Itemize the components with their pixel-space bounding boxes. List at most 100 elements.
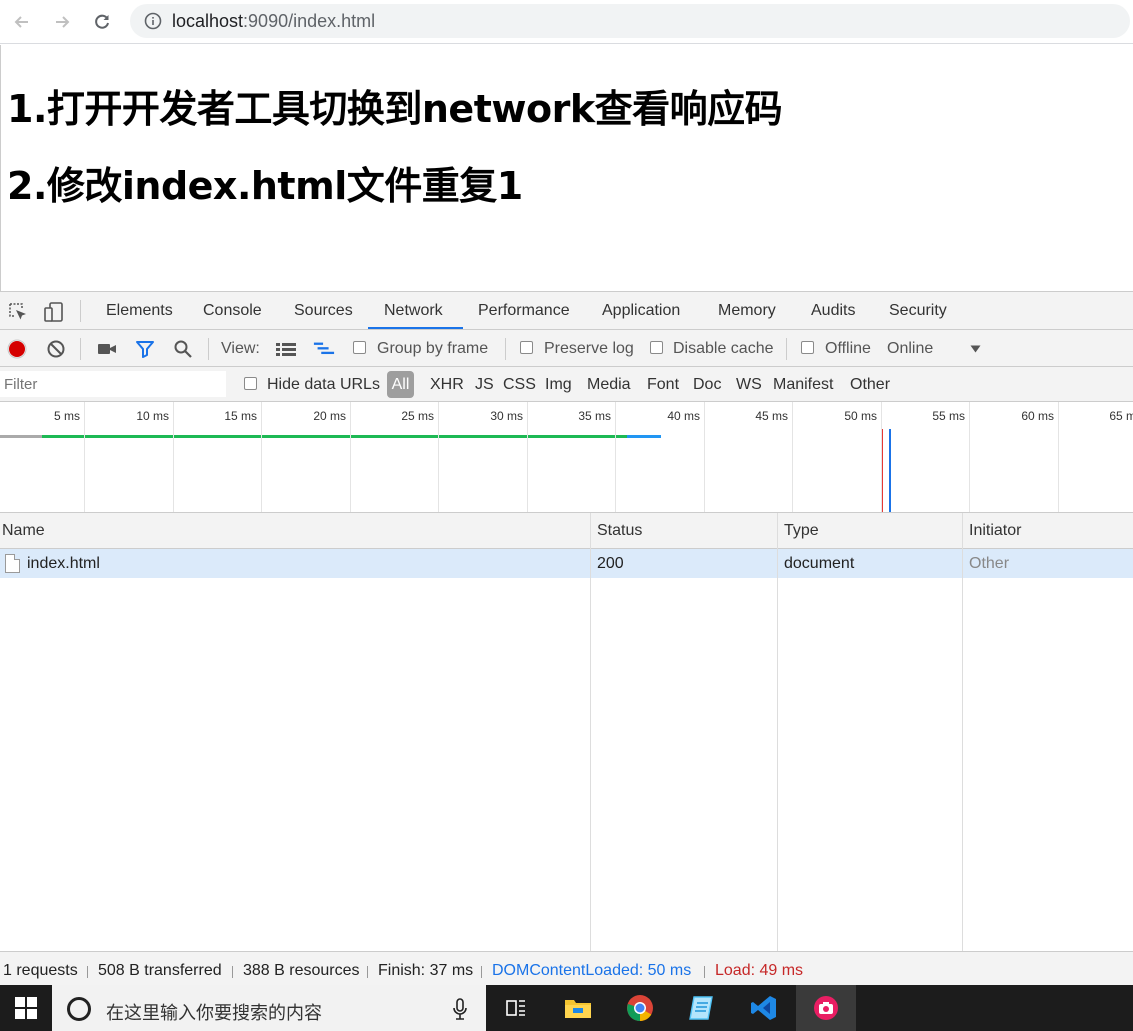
column-type[interactable]: Type	[784, 522, 819, 540]
filter-input[interactable]	[0, 371, 226, 397]
filter-type-font[interactable]: Font	[647, 376, 679, 394]
filter-toggle-button[interactable]	[134, 338, 156, 360]
tab-sources[interactable]: Sources	[294, 302, 353, 320]
summary-finish: Finish: 37 ms	[378, 962, 474, 979]
disable-cache-checkbox[interactable]	[650, 341, 663, 354]
devtools-tab-bar: Elements Console Sources Network Perform…	[0, 292, 1133, 330]
cortana-icon	[67, 997, 91, 1021]
timeline-gridline	[350, 402, 351, 512]
filter-type-media[interactable]: Media	[587, 376, 631, 394]
folder-icon	[565, 1000, 591, 1018]
column-status[interactable]: Status	[597, 522, 642, 540]
cell-name[interactable]: index.html	[27, 555, 100, 573]
cell-type: document	[784, 555, 855, 572]
queue-bar	[0, 435, 42, 438]
waterfall-view-button[interactable]	[313, 338, 335, 360]
filter-type-other[interactable]: Other	[850, 376, 890, 394]
column-divider[interactable]	[962, 513, 963, 951]
filter-type-all[interactable]: All	[387, 371, 414, 398]
preserve-log-label[interactable]: Preserve log	[544, 340, 634, 358]
inspect-element-icon[interactable]	[7, 301, 29, 323]
tab-application[interactable]: Application	[602, 302, 680, 320]
filter-type-manifest[interactable]: Manifest	[773, 376, 833, 394]
timeline-gridline	[173, 402, 174, 512]
column-initiator[interactable]: Initiator	[969, 522, 1021, 540]
tab-elements[interactable]: Elements	[106, 302, 173, 320]
filter-type-xhr[interactable]: XHR	[430, 376, 464, 394]
list-view-icon	[276, 343, 296, 356]
address-bar[interactable]: localhost:9090/index.html	[130, 4, 1130, 38]
filter-type-js[interactable]: JS	[475, 376, 494, 394]
info-icon[interactable]	[144, 12, 162, 30]
column-divider[interactable]	[777, 513, 778, 951]
browser-toolbar: localhost:9090/index.html	[0, 0, 1133, 44]
screen-recorder-app[interactable]	[796, 985, 856, 1031]
group-by-frame-label[interactable]: Group by frame	[377, 340, 488, 358]
network-toolbar: View: Group by frame Preserve log Disabl…	[0, 330, 1133, 367]
chrome-app[interactable]	[610, 985, 670, 1031]
timeline-overview[interactable]: 5 ms 10 ms 15 ms 20 ms 25 ms 30 ms 35 ms 40 ms 4…	[0, 402, 1133, 513]
timeline-tick-label: 40 ms	[667, 409, 700, 423]
summary-dom-content-loaded: DOMContentLoaded: 50 ms	[492, 962, 692, 979]
timeline-tick-label: 5 ms	[53, 409, 80, 423]
heading-step-1: 1.打开开发者工具切换到network查看响应码	[7, 87, 783, 131]
tab-console[interactable]: Console	[203, 302, 262, 320]
disable-cache-label[interactable]: Disable cache	[673, 340, 774, 358]
camera-app-icon	[814, 996, 838, 1020]
task-view-button[interactable]	[486, 985, 546, 1031]
filter-type-ws[interactable]: WS	[736, 376, 762, 394]
toolbar-separator	[505, 338, 506, 360]
column-divider[interactable]	[590, 513, 591, 951]
reload-button[interactable]	[89, 9, 115, 35]
search-button[interactable]	[172, 338, 194, 360]
tab-performance[interactable]: Performance	[478, 302, 570, 320]
cell-initiator: Other	[969, 555, 1010, 572]
timeline-gridline	[969, 402, 970, 512]
table-row[interactable]: index.html 200 document Other	[0, 549, 1133, 578]
file-explorer-app[interactable]	[548, 985, 608, 1031]
video-camera-icon	[98, 344, 116, 354]
taskbar-search-box[interactable]: 在这里输入你要搜索的内容	[52, 985, 486, 1031]
capture-screenshots-button[interactable]	[96, 338, 118, 360]
column-name[interactable]: Name	[2, 522, 45, 540]
heading-step-2: 2.修改index.html文件重复1	[7, 164, 523, 208]
filter-type-doc[interactable]: Doc	[693, 376, 721, 394]
timeline-gridline	[881, 402, 882, 512]
start-button[interactable]	[0, 985, 52, 1031]
offline-label[interactable]: Offline	[825, 340, 871, 358]
cell-status: 200	[597, 555, 624, 572]
hide-data-urls-label[interactable]: Hide data URLs	[267, 376, 380, 394]
url-text[interactable]: localhost:9090/index.html	[172, 11, 375, 32]
preserve-log-checkbox[interactable]	[520, 341, 533, 354]
forward-button[interactable]	[49, 9, 75, 35]
devtools-panel: Elements Console Sources Network Perform…	[0, 291, 1133, 986]
offline-checkbox[interactable]	[801, 341, 814, 354]
microphone-icon[interactable]	[452, 997, 468, 1021]
chevron-down-icon[interactable]	[970, 345, 981, 353]
notes-app[interactable]	[672, 985, 732, 1031]
timeline-tick-label: 50 ms	[844, 409, 877, 423]
tab-audits[interactable]: Audits	[811, 302, 855, 320]
timeline-gridline	[438, 402, 439, 512]
tab-network[interactable]: Network	[384, 302, 443, 320]
clear-button[interactable]	[45, 338, 67, 360]
tab-memory[interactable]: Memory	[718, 302, 776, 320]
filter-type-img[interactable]: Img	[545, 376, 572, 394]
tab-separator	[80, 300, 81, 322]
hide-data-urls-checkbox[interactable]	[244, 377, 257, 390]
summary-load: Load: 49 ms	[715, 962, 804, 979]
tab-security[interactable]: Security	[889, 302, 947, 320]
timeline-tick-label: 35 ms	[578, 409, 611, 423]
page-content: 1.打开开发者工具切换到network查看响应码 2.修改index.html文…	[0, 45, 1133, 291]
vscode-app[interactable]	[734, 985, 794, 1031]
throttling-select[interactable]: Online	[887, 340, 933, 358]
filter-type-css[interactable]: CSS	[503, 376, 536, 394]
notes-icon	[689, 996, 713, 1020]
record-button[interactable]	[6, 338, 28, 360]
back-button[interactable]	[9, 9, 35, 35]
url-host: localhost	[172, 11, 244, 31]
device-toolbar-icon[interactable]	[43, 301, 65, 323]
group-by-frame-checkbox[interactable]	[353, 341, 366, 354]
large-rows-button[interactable]	[275, 338, 297, 360]
view-label: View:	[221, 340, 260, 357]
